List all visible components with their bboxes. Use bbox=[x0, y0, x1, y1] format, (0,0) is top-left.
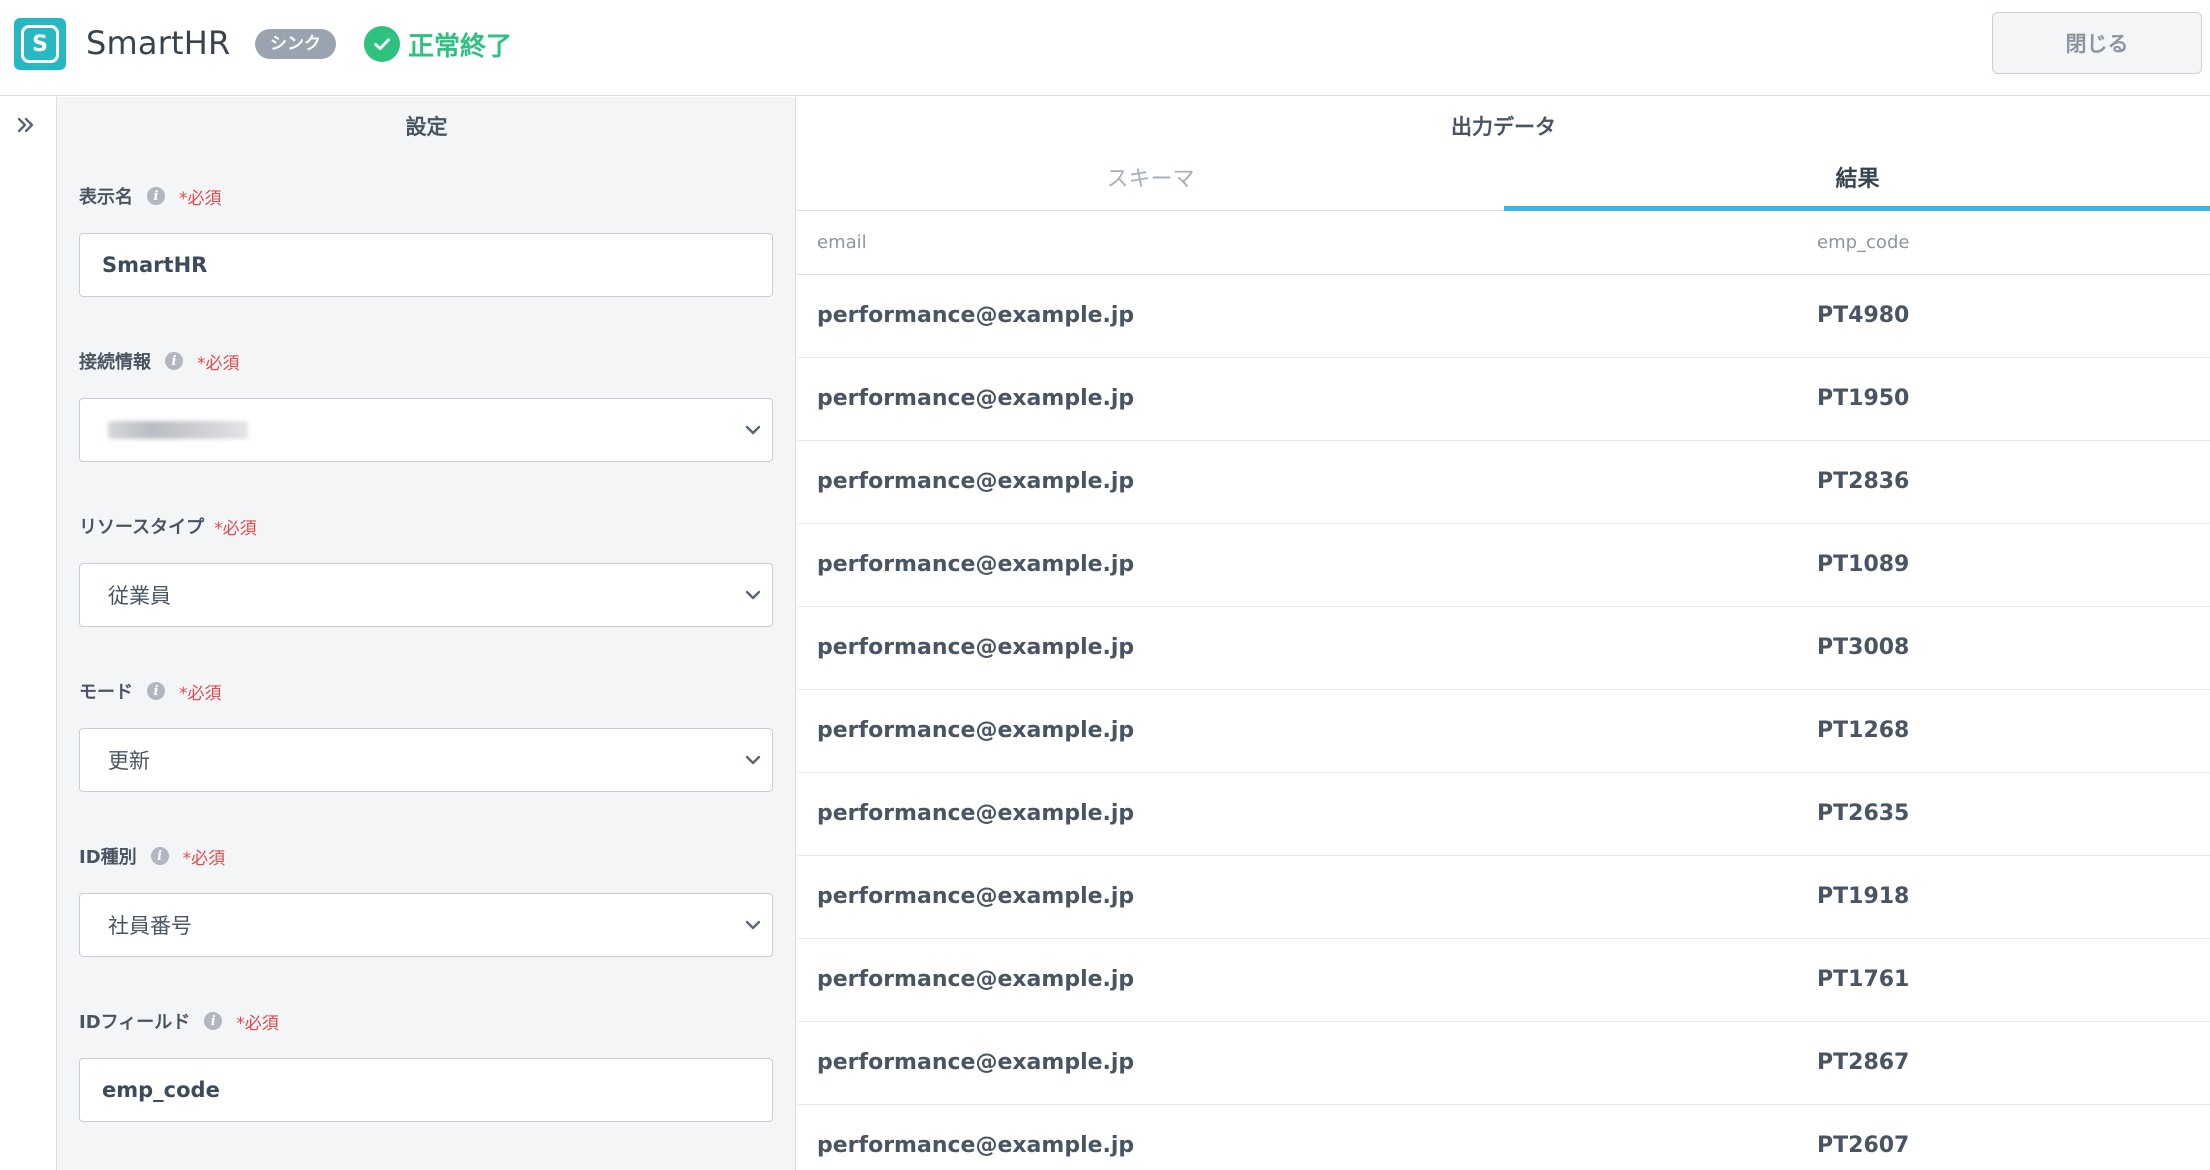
check-circle-icon bbox=[364, 26, 400, 62]
mode-field: モード i *必須 更新 bbox=[79, 676, 773, 792]
left-rail bbox=[0, 97, 57, 1170]
tab-schema[interactable]: スキーマ bbox=[797, 155, 1504, 211]
display-name-input[interactable]: SmartHR bbox=[79, 233, 773, 297]
table-row: performance@example.jp PT2607 bbox=[797, 1105, 2210, 1170]
resource-type-select[interactable]: 従業員 bbox=[79, 563, 773, 627]
required-marker: *必須 bbox=[182, 848, 226, 869]
field-label: 表示名 bbox=[79, 187, 133, 208]
status-indicator: 正常終了 bbox=[364, 24, 512, 64]
table-row: performance@example.jp PT1761 bbox=[797, 939, 2210, 1022]
emp-code-cell: PT2867 bbox=[1817, 1050, 1910, 1075]
smarthr-logo-icon: S bbox=[14, 18, 66, 70]
emp-code-cell: PT1268 bbox=[1817, 718, 1910, 743]
info-icon[interactable]: i bbox=[150, 847, 169, 865]
table-row: performance@example.jp PT2867 bbox=[797, 1022, 2210, 1105]
table-row: performance@example.jp PT1950 bbox=[797, 358, 2210, 441]
settings-panel: 設定 表示名 i *必須 SmartHR 接続情報 i *必須 リソースタイプ … bbox=[57, 97, 796, 1170]
table-row: performance@example.jp PT1918 bbox=[797, 856, 2210, 939]
emp-code-cell: PT1918 bbox=[1817, 884, 1910, 909]
table-row: performance@example.jp PT3008 bbox=[797, 607, 2210, 690]
email-cell: performance@example.jp bbox=[817, 635, 1135, 660]
field-label: 接続情報 bbox=[79, 352, 151, 373]
emp-code-cell: PT2607 bbox=[1817, 1133, 1910, 1158]
connection-field: 接続情報 i *必須 bbox=[79, 346, 773, 462]
required-marker: *必須 bbox=[214, 518, 257, 539]
settings-title: 設定 bbox=[405, 115, 448, 139]
emp-code-cell: PT4980 bbox=[1817, 303, 1910, 328]
required-marker: *必須 bbox=[179, 683, 222, 704]
expand-sidebar-icon[interactable] bbox=[12, 111, 40, 139]
email-cell: performance@example.jp bbox=[817, 1133, 1135, 1158]
email-cell: performance@example.jp bbox=[817, 967, 1135, 992]
mode-select[interactable]: 更新 bbox=[79, 728, 773, 792]
emp-code-cell: PT1089 bbox=[1817, 552, 1910, 577]
select-value: 従業員 bbox=[108, 584, 171, 608]
table-row: performance@example.jp PT4980 bbox=[797, 275, 2210, 358]
required-marker: *必須 bbox=[236, 1013, 279, 1034]
id-type-select[interactable]: 社員番号 bbox=[79, 893, 773, 957]
table-header: email emp_code bbox=[797, 212, 2210, 275]
chevron-down-icon bbox=[745, 590, 761, 600]
id-field-field: IDフィールド i *必須 emp_code bbox=[79, 1006, 773, 1122]
email-cell: performance@example.jp bbox=[817, 552, 1135, 577]
resource-type-field: リソースタイプ *必須 従業員 bbox=[79, 511, 773, 627]
emp-code-cell: PT2635 bbox=[1817, 801, 1910, 826]
required-marker: *必須 bbox=[197, 353, 240, 374]
table-row: performance@example.jp PT2836 bbox=[797, 441, 2210, 524]
email-cell: performance@example.jp bbox=[817, 1050, 1135, 1075]
emp-code-cell: PT2836 bbox=[1817, 469, 1910, 494]
connection-select[interactable] bbox=[79, 398, 773, 462]
field-label: ID種別 bbox=[79, 847, 137, 868]
email-cell: performance@example.jp bbox=[817, 718, 1135, 743]
output-tabs: スキーマ 結果 bbox=[797, 155, 2210, 211]
email-cell: performance@example.jp bbox=[817, 801, 1135, 826]
id-field-input[interactable]: emp_code bbox=[79, 1058, 773, 1122]
top-bar: S SmartHR シンク 正常終了 閉じる bbox=[0, 0, 2210, 96]
blurred-value bbox=[108, 421, 248, 439]
select-value: 更新 bbox=[108, 749, 150, 773]
emp-code-cell: PT3008 bbox=[1817, 635, 1910, 660]
emp-code-cell: PT1761 bbox=[1817, 967, 1910, 992]
output-title: 出力データ bbox=[1451, 115, 1556, 139]
info-icon[interactable]: i bbox=[147, 187, 165, 205]
column-header-email[interactable]: email bbox=[817, 232, 867, 253]
id-type-field: ID種別 i *必須 社員番号 bbox=[79, 841, 773, 957]
output-panel: 出力データ スキーマ 結果 email emp_code performance… bbox=[797, 97, 2210, 1170]
tab-results[interactable]: 結果 bbox=[1504, 155, 2210, 211]
field-label: IDフィールド bbox=[79, 1012, 191, 1033]
field-label: モード bbox=[79, 682, 133, 703]
email-cell: performance@example.jp bbox=[817, 303, 1135, 328]
email-cell: performance@example.jp bbox=[817, 884, 1135, 909]
results-table: email emp_code performance@example.jp PT4… bbox=[797, 212, 2210, 1170]
info-icon[interactable]: i bbox=[165, 352, 183, 370]
status-text: 正常終了 bbox=[408, 31, 513, 62]
chevron-down-icon bbox=[745, 920, 761, 930]
app-title: SmartHR bbox=[86, 24, 231, 62]
chevron-down-icon bbox=[745, 755, 761, 765]
info-icon[interactable]: i bbox=[147, 682, 165, 700]
email-cell: performance@example.jp bbox=[817, 386, 1135, 411]
close-button[interactable]: 閉じる bbox=[1992, 12, 2202, 74]
table-row: performance@example.jp PT1089 bbox=[797, 524, 2210, 607]
column-header-emp-code[interactable]: emp_code bbox=[1817, 232, 1909, 253]
email-cell: performance@example.jp bbox=[817, 469, 1135, 494]
table-row: performance@example.jp PT1268 bbox=[797, 690, 2210, 773]
field-label: リソースタイプ bbox=[79, 517, 205, 538]
table-row: performance@example.jp PT2635 bbox=[797, 773, 2210, 856]
info-icon[interactable]: i bbox=[204, 1012, 223, 1030]
select-value: 社員番号 bbox=[108, 914, 192, 938]
required-marker: *必須 bbox=[179, 188, 222, 209]
chevron-down-icon bbox=[745, 425, 761, 435]
emp-code-cell: PT1950 bbox=[1817, 386, 1910, 411]
display-name-field: 表示名 i *必須 SmartHR bbox=[79, 181, 773, 297]
type-badge: シンク bbox=[255, 29, 336, 59]
